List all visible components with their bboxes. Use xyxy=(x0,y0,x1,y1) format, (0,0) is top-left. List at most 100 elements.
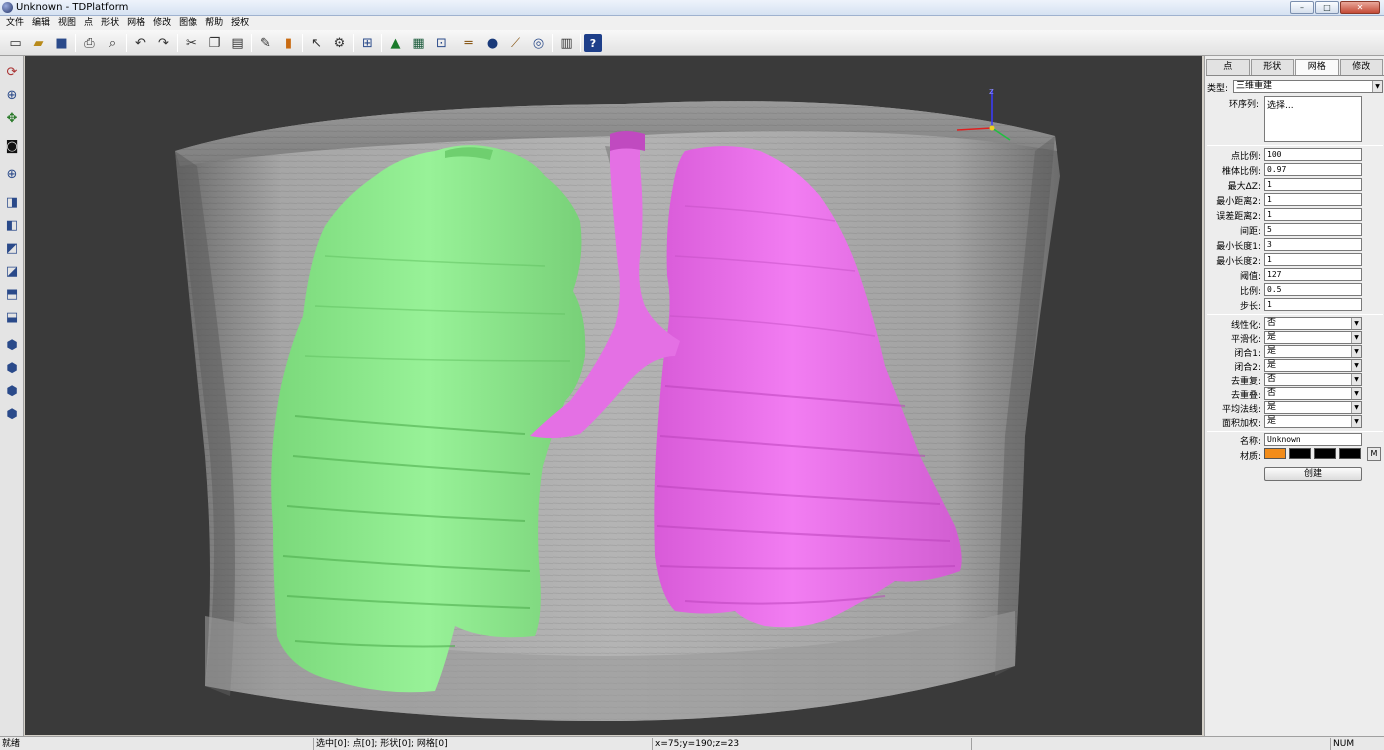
material-swatch-black-2[interactable] xyxy=(1314,448,1336,459)
copy-icon[interactable]: ❐ xyxy=(204,33,225,54)
material-swatch-orange[interactable] xyxy=(1264,448,1286,459)
panel-tabs: 点 形状 网格 修改 xyxy=(1206,59,1384,76)
status-selection: 选中[0]: 点[0]; 形状[0]; 网格[0] xyxy=(313,738,651,750)
menu-file[interactable]: 文件 xyxy=(2,16,28,30)
min-length-2-input[interactable]: 1 xyxy=(1264,253,1362,266)
print-icon[interactable]: ⎙ xyxy=(79,33,100,54)
rotate-icon[interactable]: ⟳ xyxy=(2,62,22,82)
view-back-icon[interactable]: ◧ xyxy=(2,215,22,235)
linearize-select[interactable]: 否 ▼ xyxy=(1264,317,1362,330)
param-row: 比例: 0.5 xyxy=(1205,283,1384,297)
material-picker-button[interactable]: M xyxy=(1367,447,1381,461)
menu-image[interactable]: 图像 xyxy=(175,16,201,30)
menu-mesh[interactable]: 网格 xyxy=(123,16,149,30)
cut-icon[interactable]: ✂ xyxy=(181,33,202,54)
min-length-1-input[interactable]: 3 xyxy=(1264,238,1362,251)
iso-view-4-icon[interactable]: ⬢ xyxy=(2,404,22,424)
name-input[interactable]: Unknown xyxy=(1264,433,1362,446)
menu-view[interactable]: 视图 xyxy=(54,16,80,30)
bucket-icon[interactable]: ▮ xyxy=(278,33,299,54)
min-distance-input[interactable]: 1 xyxy=(1264,193,1362,206)
tab-mesh[interactable]: 网格 xyxy=(1295,59,1339,75)
chevron-down-icon: ▼ xyxy=(1351,346,1361,357)
ratio-input[interactable]: 0.5 xyxy=(1264,283,1362,296)
filmstrip-icon[interactable]: ▥ xyxy=(556,33,577,54)
sphere-icon[interactable]: ● xyxy=(482,33,503,54)
close-2-select[interactable]: 是 ▼ xyxy=(1264,359,1362,372)
menu-point[interactable]: 点 xyxy=(80,16,97,30)
threshold-input[interactable]: 127 xyxy=(1264,268,1362,281)
param-row: 最小长度2: 1 xyxy=(1205,253,1384,267)
zoom-window-icon[interactable]: ⊕ xyxy=(2,164,22,184)
tab-modify[interactable]: 修改 xyxy=(1339,59,1383,75)
measure-ruler-icon[interactable]: ═ xyxy=(458,33,479,54)
view-top-icon[interactable]: ⬒ xyxy=(2,284,22,304)
print-preview-icon[interactable]: ⌕ xyxy=(102,33,123,54)
view-left-icon[interactable]: ◩ xyxy=(2,238,22,258)
iso-view-2-icon[interactable]: ⬢ xyxy=(2,358,22,378)
tab-shape[interactable]: 形状 xyxy=(1250,59,1294,75)
iso-view-3-icon[interactable]: ⬢ xyxy=(2,381,22,401)
option-label: 去重叠: xyxy=(1230,391,1261,401)
help-icon[interactable]: ? xyxy=(584,34,602,52)
maximize-button[interactable]: □ xyxy=(1315,1,1339,14)
option-value: 是 xyxy=(1267,346,1277,356)
new-file-icon[interactable]: ▭ xyxy=(5,33,26,54)
minimize-button[interactable]: – xyxy=(1290,1,1314,14)
error-distance-input[interactable]: 1 xyxy=(1264,208,1362,221)
remove-overlap-select[interactable]: 否 ▼ xyxy=(1264,387,1362,400)
save-icon[interactable]: ■ xyxy=(51,33,72,54)
chevron-down-icon: ▼ xyxy=(1351,416,1361,427)
toolbar-separator xyxy=(126,34,127,52)
chevron-down-icon: ▼ xyxy=(1351,402,1361,413)
area-weighted-select[interactable]: 是 ▼ xyxy=(1264,415,1362,428)
zoom-in-out-icon[interactable]: ⊕ xyxy=(2,85,22,105)
frame-grid-icon[interactable]: ⊞ xyxy=(357,33,378,54)
section-divider xyxy=(1207,431,1383,432)
paste-icon[interactable]: ▤ xyxy=(227,33,248,54)
target-icon[interactable]: ◎ xyxy=(528,33,549,54)
status-coordinates: x=75;y=190;z=23 xyxy=(652,738,970,750)
menu-help[interactable]: 帮助 xyxy=(201,16,227,30)
view-right-icon[interactable]: ◪ xyxy=(2,261,22,281)
vertebra-ratio-input[interactable]: 0.97 xyxy=(1264,163,1362,176)
open-folder-icon[interactable]: ▰ xyxy=(28,33,49,54)
chevron-down-icon: ▼ xyxy=(1351,388,1361,399)
chart-panel-icon[interactable]: ⊡ xyxy=(431,33,452,54)
average-normal-select[interactable]: 是 ▼ xyxy=(1264,401,1362,414)
material-swatch-black-1[interactable] xyxy=(1289,448,1311,459)
param-label: 椎体比例: xyxy=(1221,167,1261,177)
redo-icon[interactable]: ↷ xyxy=(153,33,174,54)
select-arrow-icon[interactable]: ↖ xyxy=(306,33,327,54)
menu-edit[interactable]: 编辑 xyxy=(28,16,54,30)
menu-modify[interactable]: 修改 xyxy=(149,16,175,30)
render-scene-icon[interactable]: ▲ xyxy=(385,33,406,54)
point-ratio-input[interactable]: 100 xyxy=(1264,148,1362,161)
tab-point[interactable]: 点 xyxy=(1206,59,1250,75)
settings-tool-icon[interactable]: ⚙ xyxy=(329,33,350,54)
close-1-select[interactable]: 是 ▼ xyxy=(1264,345,1362,358)
close-button[interactable]: ✕ xyxy=(1340,1,1380,14)
undo-icon[interactable]: ↶ xyxy=(130,33,151,54)
view-front-icon[interactable]: ◨ xyxy=(2,192,22,212)
3d-viewport[interactable]: z xyxy=(25,56,1202,735)
ring-sequence-list[interactable]: 选择... xyxy=(1264,96,1362,142)
type-select[interactable]: 三维重建 ▼ xyxy=(1233,80,1383,93)
spacing-input[interactable]: 5 xyxy=(1264,223,1362,236)
step-input[interactable]: 1 xyxy=(1264,298,1362,311)
smooth-select[interactable]: 是 ▼ xyxy=(1264,331,1362,344)
pen-icon[interactable]: ✎ xyxy=(255,33,276,54)
create-button[interactable]: 创建 xyxy=(1264,467,1362,481)
menu-license[interactable]: 授权 xyxy=(227,16,253,30)
camera-icon[interactable]: ◙ xyxy=(2,136,22,156)
max-delta-z-input[interactable]: 1 xyxy=(1264,178,1362,191)
brush-icon[interactable]: ⟋ xyxy=(505,33,526,54)
pan-icon[interactable]: ✥ xyxy=(2,108,22,128)
menu-bar: 文件 编辑 视图 点 形状 网格 修改 图像 帮助 授权 xyxy=(0,16,1384,30)
dedupe-select[interactable]: 否 ▼ xyxy=(1264,373,1362,386)
iso-view-1-icon[interactable]: ⬢ xyxy=(2,335,22,355)
color-map-icon[interactable]: ▦ xyxy=(408,33,429,54)
menu-shape[interactable]: 形状 xyxy=(97,16,123,30)
material-swatch-black-3[interactable] xyxy=(1339,448,1361,459)
view-bottom-icon[interactable]: ⬓ xyxy=(2,307,22,327)
